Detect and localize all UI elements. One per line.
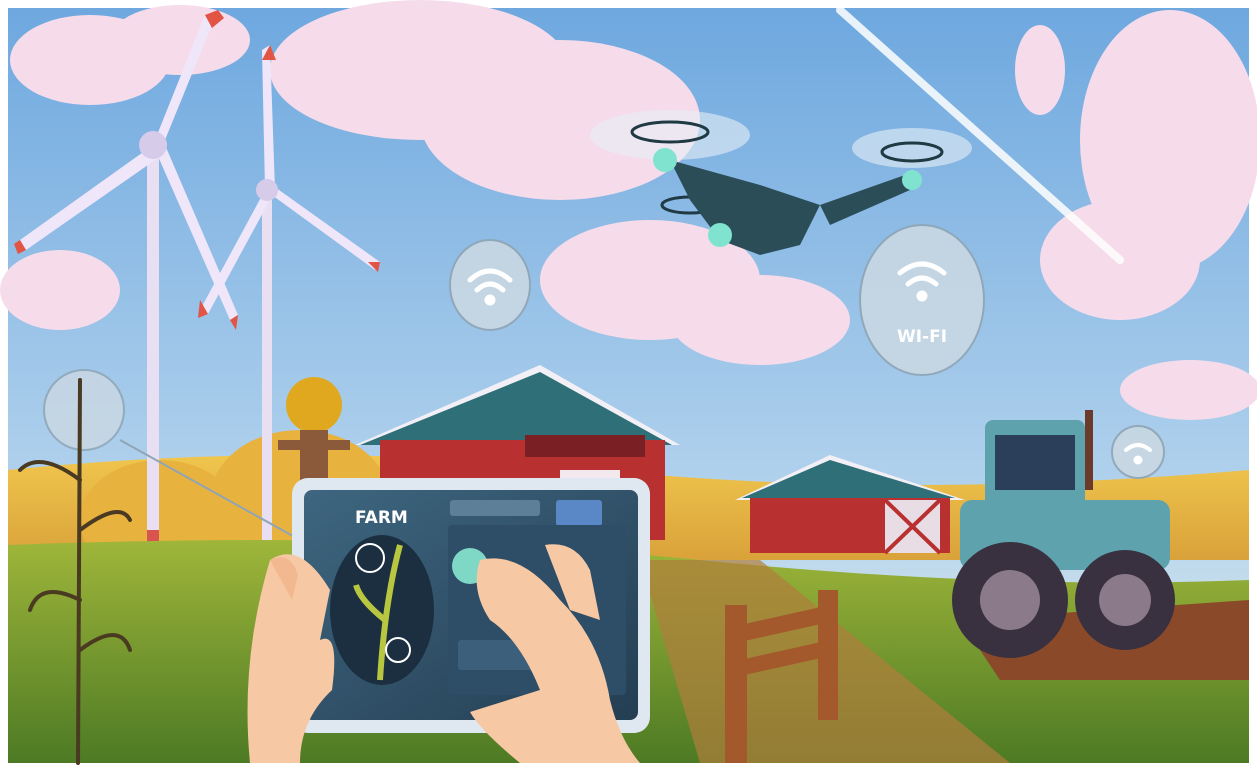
tablet-menu-button[interactable] (556, 500, 602, 526)
smart-farm-illustration: WI-FI FARM (0, 0, 1257, 765)
wifi-bubble-tractor (1111, 425, 1165, 479)
tablet-header-bar (450, 500, 540, 516)
tablet-title: FARM (355, 508, 408, 528)
plant-scan-panel (330, 535, 434, 685)
wifi-bubble-large: WI-FI (859, 224, 985, 376)
wifi-label: WI-FI (897, 327, 947, 347)
wifi-bubble-small (449, 239, 531, 331)
